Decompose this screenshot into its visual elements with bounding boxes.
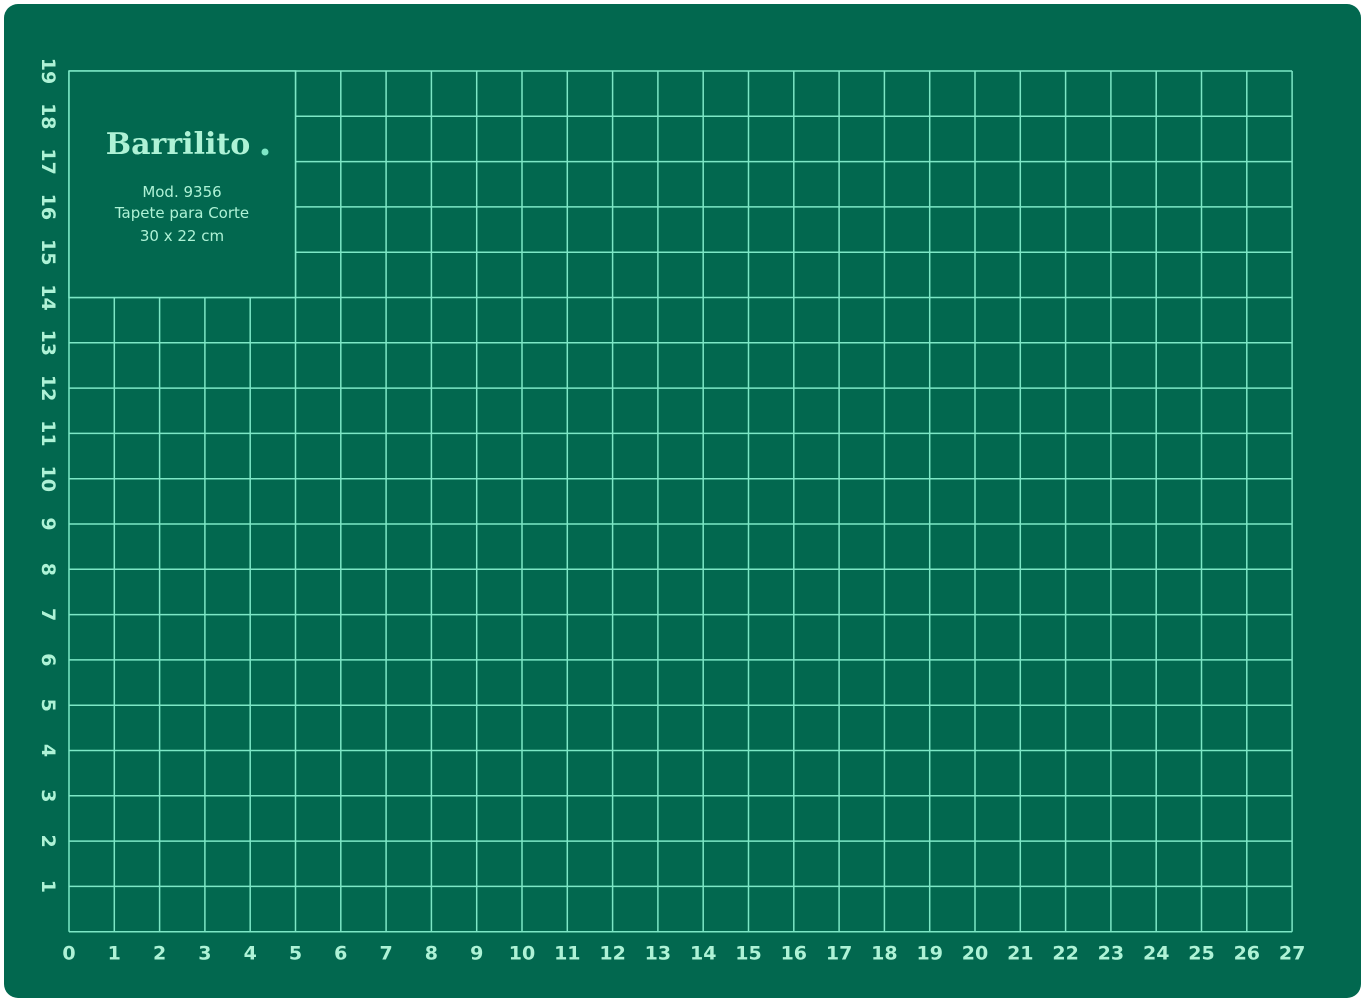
ruler-x-label: 3 [198,943,211,965]
ruler-y-label: 18 [37,103,59,129]
ruler-x-label: 25 [1188,943,1214,965]
ruler-y-label: 6 [37,653,59,666]
ruler-x-label: 13 [645,943,671,965]
ruler-x-label: 20 [962,943,988,965]
ruler-x-label: 23 [1098,943,1124,965]
brand-logo: Barrilito [106,127,250,162]
product-name: Tapete para Corte [114,204,249,222]
ruler-x-label: 16 [781,943,807,965]
ruler-x-label: 9 [470,943,483,965]
label-box: Barrilito Mod. 9356 Tapete para Corte 30… [68,70,297,299]
ruler-y-label: 13 [37,330,59,356]
ruler-x-label: 27 [1279,943,1305,965]
ruler-x-label: 24 [1143,943,1169,965]
ruler-x-label: 8 [425,943,438,965]
model-number: Mod. 9356 [142,183,221,201]
cutting-mat-graphic: Barrilito Mod. 9356 Tapete para Corte 30… [4,4,1361,998]
ruler-x-label: 17 [826,943,852,965]
brand-logo-dot [261,148,269,156]
ruler-x-label: 22 [1052,943,1078,965]
ruler-x-label: 6 [334,943,347,965]
ruler-x-label: 12 [599,943,625,965]
ruler-x-label: 21 [1007,943,1033,965]
ruler-x-label: 10 [509,943,535,965]
ruler-y-label: 12 [37,375,59,401]
ruler-y-label: 1 [37,880,59,893]
ruler-x-label: 4 [244,943,257,965]
ruler-y-label: 19 [37,58,59,84]
ruler-y-label: 3 [37,789,59,802]
ruler-x-label: 2 [153,943,166,965]
ruler-x-label: 26 [1234,943,1260,965]
ruler-y-label: 15 [37,239,59,265]
ruler-x-label: 1 [108,943,121,965]
ruler-y-label: 17 [37,148,59,174]
ruler-y-label: 9 [37,517,59,530]
ruler-x-label: 14 [690,943,716,965]
ruler-x-label: 19 [916,943,942,965]
ruler-x-label: 7 [379,943,392,965]
ruler-y-label: 8 [37,563,59,576]
ruler-x-label: 15 [735,943,761,965]
ruler-x-label: 18 [871,943,897,965]
ruler-y-label: 4 [37,744,59,757]
ruler-y-label: 16 [37,194,59,220]
ruler-y-label: 2 [37,834,59,847]
ruler-y-label: 5 [37,699,59,712]
product-size: 30 x 22 cm [140,227,224,245]
ruler-x-label: 11 [554,943,580,965]
cutting-mat: Barrilito Mod. 9356 Tapete para Corte 30… [4,4,1361,998]
ruler-y-label: 10 [37,465,59,491]
ruler-x-label: 0 [62,943,75,965]
ruler-y-label: 7 [37,608,59,621]
ruler-y-label: 11 [37,420,59,446]
ruler-y-label: 14 [37,284,59,310]
ruler-x-label: 5 [289,943,302,965]
